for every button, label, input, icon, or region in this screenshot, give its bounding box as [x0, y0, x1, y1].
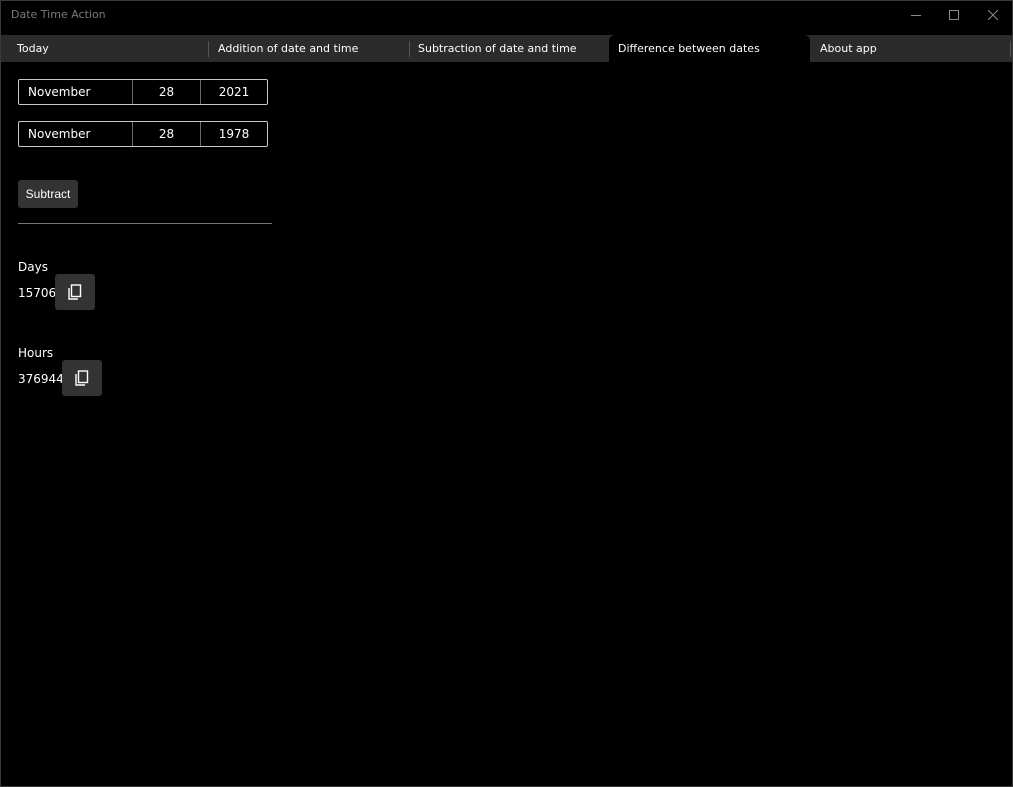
maximize-button[interactable] [935, 1, 973, 29]
second-date-picker[interactable]: November 28 1978 [18, 121, 268, 147]
second-date-year[interactable]: 1978 [201, 122, 267, 146]
first-date-picker[interactable]: November 28 2021 [18, 79, 268, 105]
tab-addition[interactable]: Addition of date and time [209, 35, 408, 62]
tab-separator [1010, 41, 1011, 57]
days-value: 15706 [18, 286, 57, 300]
minimize-button[interactable] [897, 1, 935, 29]
tab-difference[interactable]: Difference between dates [609, 35, 810, 62]
first-date-month[interactable]: November [19, 80, 133, 104]
app-window: Date Time Action Today Addition of date … [0, 0, 1013, 787]
copy-days-button[interactable] [55, 274, 95, 310]
copy-icon [75, 370, 89, 386]
hours-value: 376944 [18, 372, 64, 386]
days-label: Days [18, 260, 48, 274]
second-date-day[interactable]: 28 [133, 122, 201, 146]
first-date-year[interactable]: 2021 [201, 80, 267, 104]
second-date-month[interactable]: November [19, 122, 133, 146]
title-bar[interactable]: Date Time Action [1, 1, 1012, 29]
copy-icon [68, 284, 82, 300]
subtract-button[interactable]: Subtract [18, 180, 78, 208]
tab-subtraction[interactable]: Subtraction of date and time [409, 35, 608, 62]
result-divider [18, 223, 272, 224]
close-icon [988, 10, 998, 20]
tab-strip: Today Addition of date and time Subtract… [1, 35, 1012, 62]
app-title: Date Time Action [11, 8, 106, 21]
maximize-icon [949, 10, 959, 20]
first-date-day[interactable]: 28 [133, 80, 201, 104]
hours-label: Hours [18, 346, 54, 360]
tab-today[interactable]: Today [8, 35, 207, 62]
close-button[interactable] [974, 1, 1012, 29]
tab-about[interactable]: About app [811, 35, 1009, 62]
minimize-icon [911, 15, 921, 16]
copy-hours-button[interactable] [62, 360, 102, 396]
